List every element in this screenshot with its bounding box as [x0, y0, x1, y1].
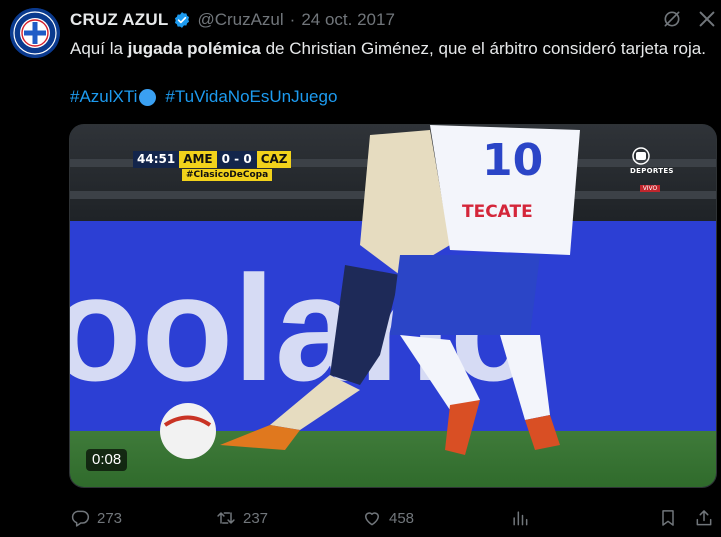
- tweet-header: CRUZ AZUL @CruzAzul · 24 oct. 2017: [70, 9, 395, 31]
- tweet-text-bold: jugada polémica: [127, 39, 261, 58]
- share-icon: [696, 510, 712, 526]
- hashtag-azulxti[interactable]: #AzulXTi: [70, 85, 137, 109]
- match-clock: 44:51: [133, 151, 180, 168]
- tweet-actions: 273 237 458: [70, 505, 721, 531]
- share-button[interactable]: [694, 505, 714, 531]
- retweet-icon: [217, 512, 235, 524]
- network-logo-icon: [632, 147, 650, 165]
- home-team: AME: [179, 151, 217, 168]
- retweet-count: 237: [243, 509, 269, 527]
- cruz-azul-logo: [10, 8, 60, 58]
- tweet-text-start: Aquí la: [70, 39, 128, 58]
- like-button[interactable]: 458: [362, 505, 414, 531]
- reply-button[interactable]: 273: [70, 505, 122, 531]
- reply-count: 273: [97, 509, 123, 527]
- user-handle[interactable]: @CruzAzul: [197, 10, 283, 30]
- hashtag-row: #AzulXTi #TuVidaNoEsUnJuego: [70, 85, 337, 109]
- scorebug: 44:51 AME 0 - 0 CAZ: [133, 151, 292, 168]
- separator-dot: ·: [289, 10, 296, 29]
- tweet-text-end: de Christian Giménez, que el árbitro con…: [260, 39, 706, 58]
- views-button[interactable]: [510, 505, 530, 531]
- reply-icon: [71, 510, 90, 527]
- like-count: 458: [389, 509, 415, 527]
- network-name: DEPORTES: [630, 167, 674, 175]
- close-icon[interactable]: [696, 8, 718, 30]
- views-icon: [513, 511, 528, 526]
- tweet-text: Aquí la jugada polémica de Christian Gim…: [70, 36, 710, 62]
- away-team: CAZ: [256, 151, 292, 168]
- grok-icon[interactable]: [662, 9, 682, 29]
- retweet-button[interactable]: 237: [216, 505, 268, 531]
- video-frame: oolanc 10 TECATE: [70, 125, 716, 487]
- blue-heart-emoji: [139, 88, 157, 106]
- video-player[interactable]: oolanc 10 TECATE 44:51 AME 0 - 0 CAZ #Cl…: [69, 124, 717, 488]
- tweet-date[interactable]: 24 oct. 2017: [301, 10, 395, 30]
- jersey-number: 10: [482, 135, 543, 186]
- like-icon: [365, 512, 379, 526]
- avatar[interactable]: [10, 8, 60, 58]
- match-hashtag: #ClasicoDeCopa: [182, 169, 273, 181]
- jersey-sponsor: TECATE: [462, 202, 533, 222]
- match-score: 0 - 0: [216, 151, 257, 168]
- bookmark-icon: [662, 510, 674, 526]
- network-sub: VIVO: [639, 185, 661, 192]
- video-duration: 0:08: [86, 449, 128, 471]
- hashtag-tuvidanoesunjuego[interactable]: #TuVidaNoEsUnJuego: [165, 85, 337, 109]
- bookmark-button[interactable]: [658, 505, 678, 531]
- verified-badge-icon: [175, 12, 190, 28]
- display-name[interactable]: CRUZ AZUL: [70, 10, 168, 30]
- network-logo: DEPORTES VIVO: [630, 147, 674, 194]
